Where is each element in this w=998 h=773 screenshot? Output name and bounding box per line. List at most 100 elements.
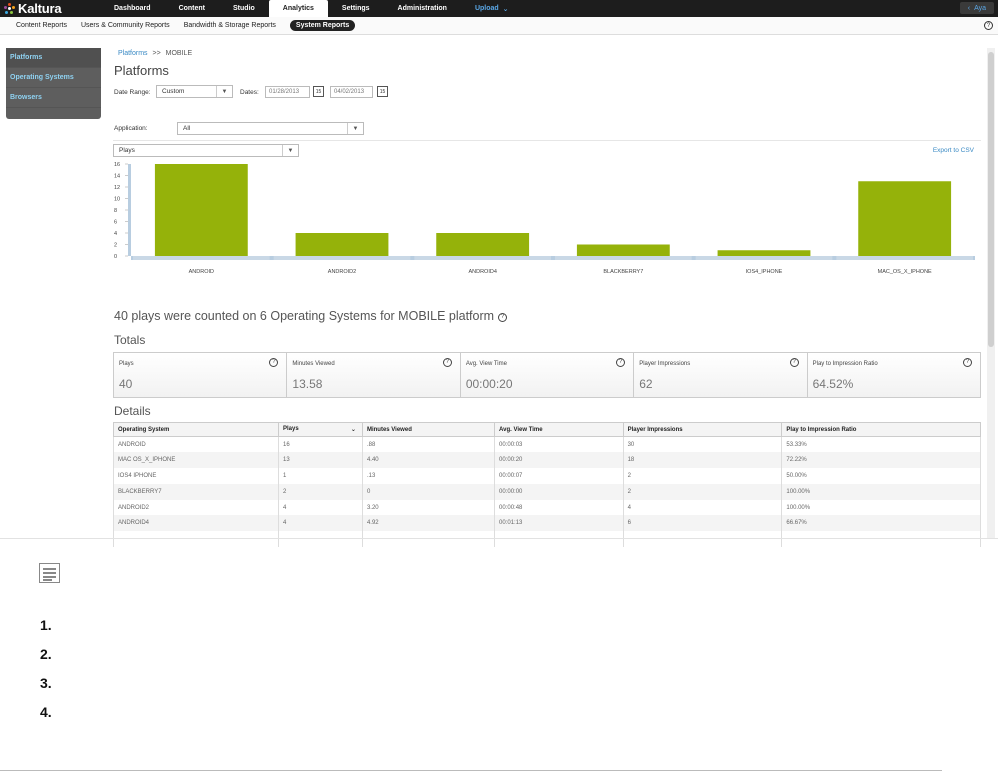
tab-settings[interactable]: Settings xyxy=(328,0,384,17)
dropdown-arrow-icon: ▼ xyxy=(282,145,298,156)
table-row: MAC OS_X_IPHONE 13 4.40 00:00:20 18 72.22% xyxy=(112,452,981,469)
table-cell: 00:00:48 xyxy=(494,499,624,516)
x-axis-segment xyxy=(414,256,551,260)
table-cell: .13 xyxy=(361,468,496,484)
help-icon[interactable]: ? xyxy=(963,358,973,367)
table-cell: 1 xyxy=(278,468,363,484)
x-axis-segment xyxy=(555,256,692,260)
column-header[interactable]: Play to Impression Ratio xyxy=(781,422,981,437)
table-cell: 6 xyxy=(622,515,783,532)
table-row: BLACKBERRY7 2 0 00:00:00 2 100.00% xyxy=(112,483,981,500)
dropdown-arrow-icon: ▼ xyxy=(216,86,232,97)
bar-android4 xyxy=(436,233,530,256)
application-value: All xyxy=(183,125,191,132)
total-label: Plays xyxy=(119,361,134,367)
tab-analytics[interactable]: Analytics xyxy=(268,0,328,17)
kaltura-logo-icon xyxy=(4,3,15,14)
sidebar-item[interactable]: Operating Systems xyxy=(6,68,101,88)
summary-text: 40 plays were counted on 6 Operating Sys… xyxy=(114,309,495,323)
help-icon[interactable]: ? xyxy=(269,358,279,367)
table-cell: 00:00:03 xyxy=(494,436,624,453)
user-name: Aya xyxy=(974,4,986,12)
kaltura-logo[interactable]: Kaltura xyxy=(4,1,62,16)
table-cell: 72.22% xyxy=(781,452,981,469)
x-category-label: IOS4_IPHONE xyxy=(746,269,783,275)
y-tick-label: 14 xyxy=(114,174,120,180)
subnav-item[interactable]: System Reports xyxy=(289,20,356,31)
table-cell: 100.00% xyxy=(781,499,981,516)
table-cell xyxy=(494,531,624,548)
page-title: Platforms xyxy=(114,63,169,78)
total-value: 64.52% xyxy=(812,377,854,391)
column-header[interactable]: Minutes Viewed xyxy=(361,422,496,437)
subnav-item[interactable]: Users & Community Reports xyxy=(81,22,170,29)
table-cell: 53.33% xyxy=(781,436,981,453)
help-icon[interactable]: ? xyxy=(616,358,626,367)
scrollbar-thumb[interactable] xyxy=(988,52,994,347)
y-tick-label: 2 xyxy=(114,243,117,249)
calendar-to-icon[interactable]: 15 xyxy=(377,86,388,97)
x-axis-segment xyxy=(133,256,270,260)
list-icon xyxy=(39,563,60,583)
column-header-label: Operating System xyxy=(118,426,170,433)
date-to-input[interactable]: 04/02/2013 xyxy=(330,86,373,98)
bar-blackberry7 xyxy=(576,244,670,256)
tab-content[interactable]: Content xyxy=(165,0,219,17)
x-axis-segment xyxy=(695,256,833,260)
breadcrumb-platforms-link[interactable]: Platforms xyxy=(118,50,148,57)
plays-bar-chart: 0 2 4 6 8 10 12 14 16 ANDROID ANDROID2 ANDROID4 BLAC… xyxy=(114,162,975,275)
column-header[interactable]: Operating System xyxy=(112,422,280,437)
export-csv-link[interactable]: Export to CSV xyxy=(933,147,974,154)
tab-studio[interactable]: Studio xyxy=(219,0,269,17)
table-cell: 4.40 xyxy=(361,452,496,469)
sidebar-item[interactable]: Browsers xyxy=(6,88,101,108)
column-header-label: Minutes Viewed xyxy=(366,426,412,433)
total-value: 13.58 xyxy=(292,377,323,391)
help-icon[interactable]: ? xyxy=(984,21,993,30)
bar-ios4_iphone xyxy=(717,250,811,256)
application-label: Application: xyxy=(114,125,148,132)
table-cell: IOS4 IPHONE xyxy=(112,468,280,484)
column-header-label: Avg. View Time xyxy=(499,426,543,433)
column-header[interactable]: Player Impressions xyxy=(622,422,783,437)
step-number: 2. xyxy=(40,646,52,662)
date-range-value: Custom xyxy=(162,88,185,95)
subnav-item[interactable]: Content Reports xyxy=(16,22,67,29)
column-header-label: Plays xyxy=(283,426,299,432)
tab-dashboard[interactable]: Dashboard xyxy=(100,0,165,17)
table-cell: 00:00:07 xyxy=(494,468,624,484)
tab-administration[interactable]: Administration xyxy=(384,0,461,17)
y-tick-label: 12 xyxy=(114,185,120,191)
date-from-input[interactable]: 01/28/2013 xyxy=(265,86,310,98)
logo-text: Kaltura xyxy=(18,1,62,16)
total-label: Player Impressions xyxy=(639,361,691,367)
bottom-rule xyxy=(0,770,942,771)
column-header[interactable]: Plays ⌄ xyxy=(278,422,363,437)
table-header-row: Operating System Plays ⌄ Minutes Viewed Avg.… xyxy=(112,422,981,437)
help-icon[interactable]: ? xyxy=(498,313,508,322)
help-icon[interactable]: ? xyxy=(442,358,452,367)
application-select[interactable]: All ▼ xyxy=(177,122,364,135)
details-title: Details xyxy=(114,404,151,418)
user-menu-button[interactable]: ‹ Aya xyxy=(959,2,994,14)
upload-button[interactable]: Upload ⌄ xyxy=(461,0,523,17)
step-number: 1. xyxy=(40,617,52,633)
metric-select[interactable]: Plays ▼ xyxy=(113,144,299,157)
calendar-from-icon[interactable]: 15 xyxy=(313,86,324,97)
chevron-left-icon: ‹ xyxy=(967,4,971,12)
date-range-select[interactable]: Custom ▼ xyxy=(156,85,233,98)
table-cell: 66.67% xyxy=(781,515,981,532)
subnav-item[interactable]: Bandwidth & Storage Reports xyxy=(184,22,276,29)
upload-label: Upload xyxy=(474,5,499,12)
total-card: Play to Impression Ratio 64.52%? xyxy=(808,353,980,397)
table-cell: 100.00% xyxy=(781,483,981,500)
help-icon[interactable]: ? xyxy=(789,358,799,367)
steps-list: 1. 2. 3. 4. xyxy=(40,617,52,733)
table-cell: BLACKBERRY7 xyxy=(112,483,280,500)
dropdown-arrow-icon: ▼ xyxy=(347,123,363,134)
table-cell: ANDROID2 xyxy=(112,499,280,516)
sidebar-item[interactable]: Platforms xyxy=(6,48,101,68)
total-value: 62 xyxy=(639,377,653,391)
column-header[interactable]: Avg. View Time xyxy=(494,422,624,437)
sub-nav-items: Content Reports Users & Community Reports… xyxy=(16,20,356,31)
